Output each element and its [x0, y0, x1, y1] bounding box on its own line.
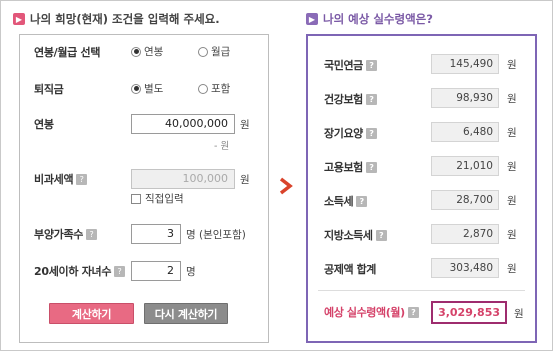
local-income-tax-value: 2,870: [431, 224, 499, 244]
direct-input-checkbox[interactable]: 직접입력: [131, 191, 184, 206]
salary-type-options: 연봉: [131, 44, 163, 59]
unit-label: 원: [507, 59, 517, 71]
help-icon[interactable]: ?: [86, 228, 98, 240]
dependents-unit: 명 (본인포함): [186, 228, 246, 241]
health-insurance-value: 98,930: [431, 88, 499, 108]
dependents-label: 부양가족수: [34, 228, 84, 241]
long-term-care-value: 6,480: [431, 122, 499, 142]
children-input[interactable]: 2: [131, 261, 181, 281]
input-section-title: ▶ 나의 희망(현재) 조건을 입력해 주세요.: [13, 11, 220, 27]
total-deduction-value: 303,480: [431, 258, 499, 278]
arrow-right-icon: [279, 177, 293, 195]
help-icon[interactable]: ?: [365, 93, 377, 105]
unit-label: 원: [507, 195, 517, 207]
income-tax-value: 28,700: [431, 190, 499, 210]
radio-monthly[interactable]: 월급: [198, 44, 230, 59]
radio-separate[interactable]: 별도: [131, 81, 163, 96]
input-panel: 연봉/월급 선택 연봉 월급 퇴직금 별도 포함 연봉 40,000,000 원…: [19, 34, 269, 343]
salary-type-label: 연봉/월급 선택: [34, 46, 101, 59]
health-insurance-label: 건강보험: [324, 93, 363, 106]
children-unit: 명: [186, 265, 196, 278]
net-pay-label: 예상 실수령액(월): [324, 306, 405, 319]
help-icon[interactable]: ?: [365, 59, 377, 71]
unit-label: 원: [507, 161, 517, 173]
local-income-tax-label: 지방소득세: [324, 229, 373, 242]
dependents-input[interactable]: 3: [131, 224, 181, 244]
non-taxable-unit: 원: [240, 173, 250, 186]
unit-label: 원: [514, 308, 524, 320]
national-pension-label: 국민연금: [324, 59, 363, 72]
help-icon[interactable]: ?: [407, 306, 419, 318]
annual-salary-label: 연봉: [34, 118, 54, 131]
help-icon[interactable]: ?: [114, 265, 126, 277]
annual-salary-note: - 원: [214, 141, 230, 152]
help-icon[interactable]: ?: [365, 161, 377, 173]
net-pay-value: 3,029,853: [431, 301, 507, 324]
radio-selected-icon: [131, 46, 141, 57]
help-icon[interactable]: ?: [365, 127, 377, 139]
radio-included[interactable]: 포함: [198, 81, 230, 96]
section-bullet-icon: ▶: [13, 13, 25, 25]
total-deduction-label: 공제액 합계: [324, 263, 377, 276]
annual-salary-input[interactable]: 40,000,000: [131, 114, 235, 134]
severance-row: 퇴직금: [34, 81, 64, 97]
radio-unselected-icon: [198, 46, 208, 57]
income-tax-label: 소득세: [324, 195, 354, 208]
unit-label: 원: [507, 93, 517, 105]
employment-insurance-label: 고용보험: [324, 161, 363, 174]
long-term-care-label: 장기요양: [324, 127, 363, 140]
checkbox-icon[interactable]: [131, 193, 141, 204]
calculator-frame: ▶ 나의 희망(현재) 조건을 입력해 주세요. ▶ 나의 예상 실수령액은? …: [0, 0, 553, 351]
direct-input-label: 직접입력: [145, 193, 184, 205]
help-icon[interactable]: ?: [76, 173, 88, 185]
severance-label: 퇴직금: [34, 83, 64, 96]
radio-annual[interactable]: 연봉: [131, 44, 163, 59]
annual-salary-unit: 원: [240, 118, 250, 131]
children-label: 20세이하 자녀수: [34, 265, 112, 278]
non-taxable-input[interactable]: 100,000: [131, 169, 235, 189]
employment-insurance-value: 21,010: [431, 156, 499, 176]
help-icon[interactable]: ?: [356, 195, 368, 207]
result-panel: 국민연금? 145,490 원 건강보험? 98,930 원 장기요양? 6,4…: [306, 34, 537, 343]
result-section-title-text: 나의 예상 실수령액은?: [323, 12, 433, 26]
non-taxable-label: 비과세액: [34, 173, 74, 186]
unit-label: 원: [507, 127, 517, 139]
section-bullet-icon: ▶: [306, 13, 318, 25]
result-section-title: ▶ 나의 예상 실수령액은?: [306, 11, 433, 27]
salary-type-row: 연봉/월급 선택: [34, 44, 100, 60]
unit-label: 원: [507, 229, 517, 241]
unit-label: 원: [507, 263, 517, 275]
radio-unselected-icon: [198, 83, 208, 94]
calculate-button[interactable]: 계산하기: [49, 303, 134, 324]
help-icon[interactable]: ?: [375, 229, 387, 241]
input-section-title-text: 나의 희망(현재) 조건을 입력해 주세요.: [30, 12, 220, 26]
reset-button[interactable]: 다시 계산하기: [144, 303, 228, 324]
national-pension-value: 145,490: [431, 54, 499, 74]
radio-selected-icon: [131, 83, 141, 94]
divider: [318, 290, 525, 291]
